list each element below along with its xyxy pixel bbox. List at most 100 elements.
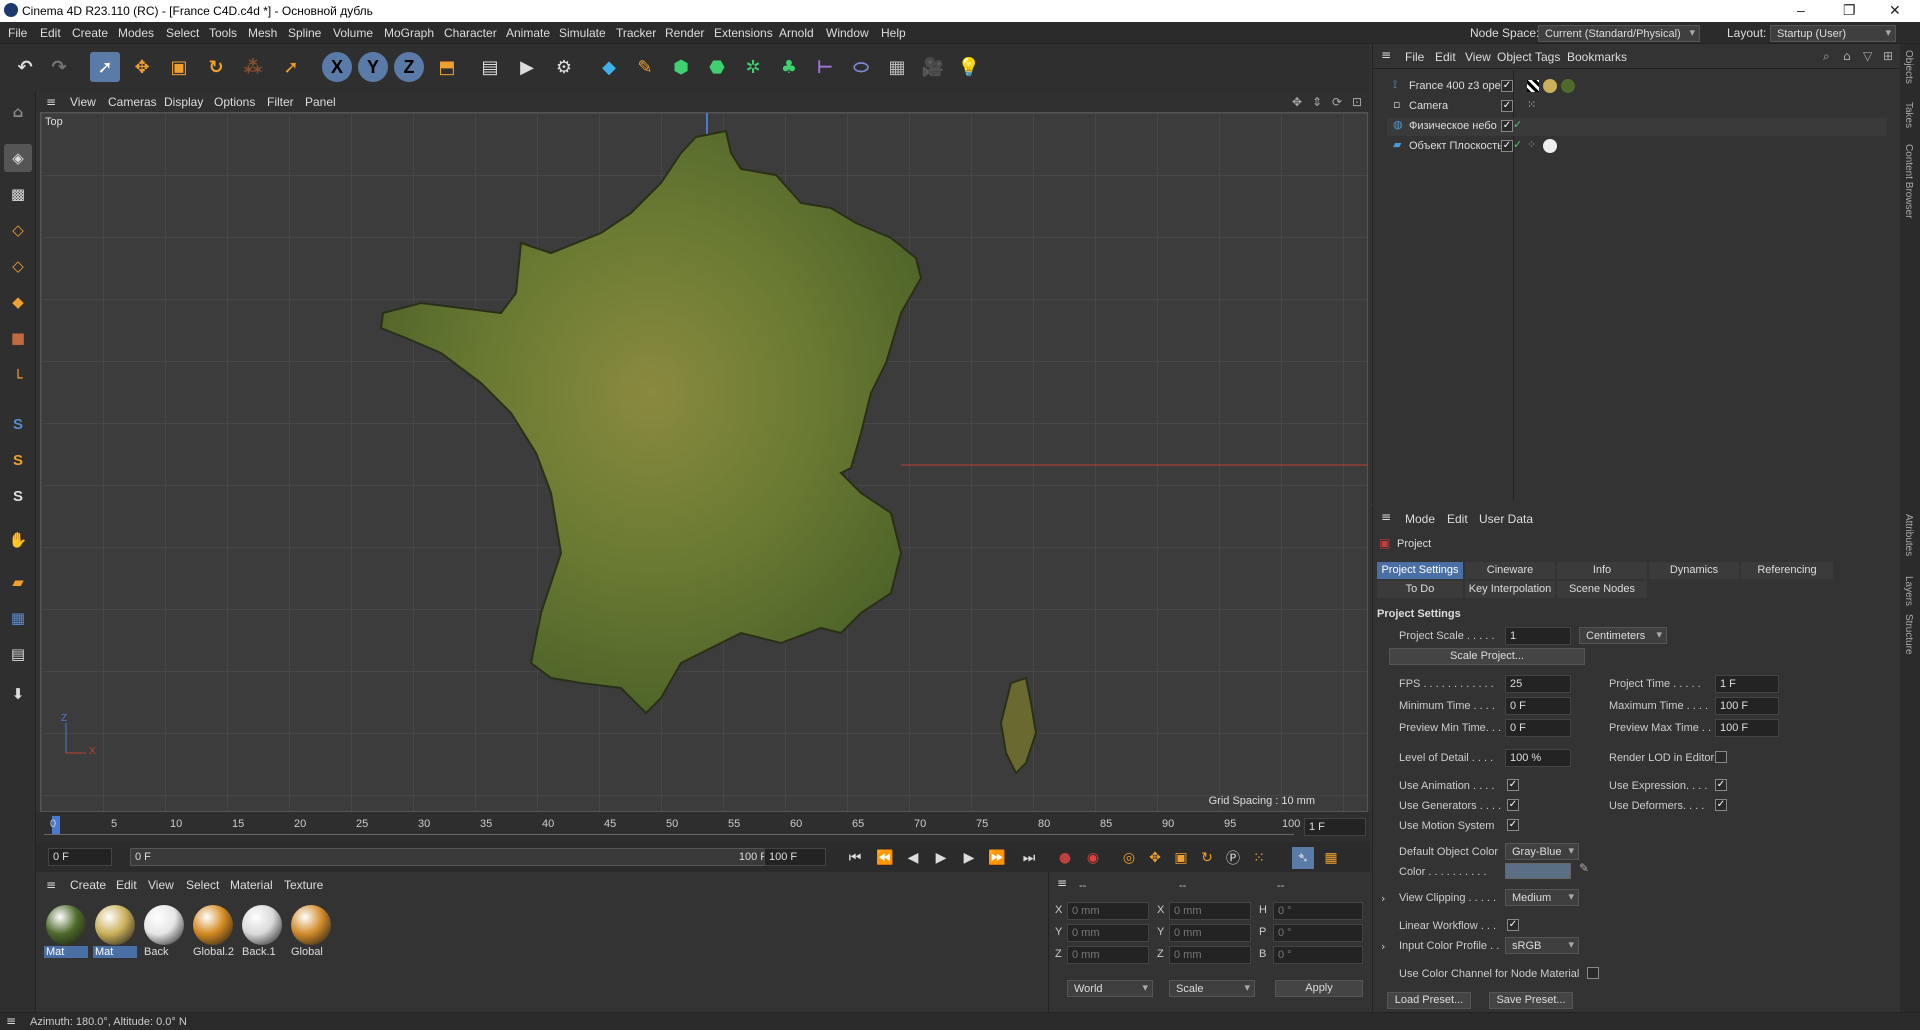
protection-tag-icon[interactable]: ⁙ [1527,98,1536,111]
points-mode-icon[interactable]: ◇ [4,216,32,244]
polygons-mode-icon[interactable]: ◆ [4,288,32,316]
extrude-icon[interactable]: ⬣ [702,52,732,82]
coord-menu-icon[interactable]: ≡ [1057,876,1067,890]
render-settings-icon[interactable]: ⚙ [549,52,579,82]
record-keys-icon[interactable]: ● [1054,847,1076,869]
use-deformers-checkbox[interactable]: ✓ [1715,799,1727,811]
z-axis-lock-icon[interactable]: Z [394,52,424,82]
tweak-mode-icon[interactable]: ✋ [4,526,32,554]
view-clipping-dropdown[interactable]: Medium [1505,889,1579,906]
object-row[interactable]: ◍ Физическое небо ✓ ✓ [1387,118,1887,136]
status-menu-icon[interactable]: ≡ [6,1014,16,1028]
material-swatch[interactable]: Mat [44,904,88,962]
node-space-dropdown[interactable]: Current (Standard/Physical) [1538,25,1700,42]
edges-mode-icon[interactable]: ◇ [4,252,32,280]
viewport-menu-icon[interactable]: ≡ [46,95,56,109]
color-channel-checkbox[interactable] [1587,967,1599,979]
make-editable-icon[interactable]: ⌂ [4,98,32,126]
tab-cineware[interactable]: Cineware [1465,562,1555,579]
timeline-icon[interactable]: ▦ [1320,847,1342,869]
model-mode-icon[interactable]: ◈ [4,144,32,172]
side-tab-content-browser[interactable]: Content Browser [1903,144,1914,218]
cloner-icon[interactable]: ✲ [738,52,768,82]
coord-position-field[interactable]: 0 mm [1067,902,1149,920]
apply-button[interactable]: Apply [1275,980,1363,997]
menu-render[interactable]: Render [665,26,704,40]
coord-scale-field[interactable]: 0 mm [1169,902,1251,920]
snap-icon[interactable]: S [4,410,32,438]
use-motion-system-checkbox[interactable]: ✓ [1507,819,1519,831]
objects-menu-edit[interactable]: Edit [1435,50,1456,64]
material-swatch[interactable]: Global [289,904,333,962]
close-button[interactable]: ✕ [1889,2,1901,19]
go-to-end-icon[interactable]: ⏭ [1018,847,1040,869]
deformer-icon[interactable]: ⊢ [810,52,840,82]
menu-character[interactable]: Character [444,26,497,40]
material-tag-icon[interactable] [1561,79,1575,93]
use-generators-checkbox[interactable]: ✓ [1507,799,1519,811]
field-icon[interactable]: ⬭ [846,52,876,82]
tab-dynamics[interactable]: Dynamics [1649,562,1739,579]
planar-workplane-icon[interactable]: ▤ [4,640,32,668]
side-tab-layers[interactable]: Layers [1903,576,1914,606]
material-tag-icon[interactable] [1543,139,1557,153]
solo-mode-icon[interactable]: ⬇ [4,680,32,708]
material-tag-icon[interactable] [1527,80,1539,92]
axis-mode-icon[interactable]: └ [4,364,32,392]
enabled-check-icon[interactable]: ✓ [1513,138,1522,151]
menu-mograph[interactable]: MoGraph [384,26,434,40]
attributes-menu-icon[interactable]: ≡ [1381,510,1391,524]
menu-modes[interactable]: Modes [118,26,154,40]
material-menu-material[interactable]: Material [230,878,273,892]
boole-icon[interactable]: ♣ [774,52,804,82]
enabled-check-icon[interactable]: ✓ [1513,118,1522,131]
tab-project-settings[interactable]: Project Settings [1377,562,1463,579]
menu-create[interactable]: Create [72,26,108,40]
menu-mesh[interactable]: Mesh [248,26,277,40]
search-icon[interactable]: ⌕ [1823,49,1830,64]
floor-icon[interactable]: ▦ [882,52,912,82]
locked-workplane-icon[interactable]: ▦ [4,604,32,632]
color-swatch[interactable] [1505,863,1571,879]
viewport-menu-panel[interactable]: Panel [305,95,336,109]
use-expression-checkbox[interactable]: ✓ [1715,779,1727,791]
light-icon[interactable]: 💡 [954,52,984,82]
toggle-view-icon[interactable]: ⊡ [1352,95,1362,109]
coord-rotation-field[interactable]: 0 ° [1273,946,1363,964]
key-pla-icon[interactable]: ⁙ [1248,847,1270,869]
motion-path-icon[interactable]: ➴ [1292,847,1314,869]
menu-extensions[interactable]: Extensions [714,26,773,40]
coord-rotation-field[interactable]: 0 ° [1273,924,1363,942]
texture-mode-icon[interactable]: ▩ [4,180,32,208]
menu-tools[interactable]: Tools [209,26,237,40]
render-view-icon[interactable]: ▤ [475,52,505,82]
workplane-snap-icon[interactable]: S [4,482,32,510]
live-select-icon[interactable]: ➚ [276,52,306,82]
material-menu-edit[interactable]: Edit [116,878,137,892]
new-window-icon[interactable]: ⊞ [1883,49,1893,63]
workplane-icon[interactable]: ▰ [4,568,32,596]
coord-space-dropdown[interactable]: World [1067,980,1153,997]
object-row[interactable]: ▫ Camera ✓ ⁙ [1387,98,1887,116]
coordinate-system-icon[interactable]: ⬒ [432,52,462,82]
x-axis-lock-icon[interactable]: X [322,52,352,82]
autokey-icon[interactable]: ◉ [1082,847,1104,869]
material-tag-icon[interactable] [1543,79,1557,93]
material-swatch[interactable]: Back.1 [240,904,284,962]
attributes-menu-user-data[interactable]: User Data [1479,512,1533,526]
menu-select[interactable]: Select [166,26,199,40]
object-row[interactable]: ▰ Объект Плоскость ✓ ✓ ⁘ [1387,138,1887,156]
visibility-toggle[interactable]: ✓ [1501,120,1513,132]
next-key-icon[interactable]: ⏩ [986,847,1008,869]
preview-max-time-input[interactable]: 100 F [1715,719,1779,737]
render-picture-viewer-icon[interactable]: ▶ [512,52,542,82]
tab-scene-nodes[interactable]: Scene Nodes [1557,581,1647,598]
maximize-button[interactable]: ❐ [1843,2,1856,19]
cube-object-icon[interactable]: ◆ [594,52,624,82]
timeline-ruler[interactable]: 0 5 10 15 20 25 30 35 40 45 50 55 60 65 … [36,812,1370,842]
key-rotation-icon[interactable]: ↻ [1196,847,1218,869]
save-preset-button[interactable]: Save Preset... [1489,992,1573,1009]
redo-icon[interactable]: ↷ [44,52,74,82]
visibility-toggle[interactable]: ✓ [1501,80,1513,92]
end-frame-field[interactable]: 100 F [764,848,826,866]
